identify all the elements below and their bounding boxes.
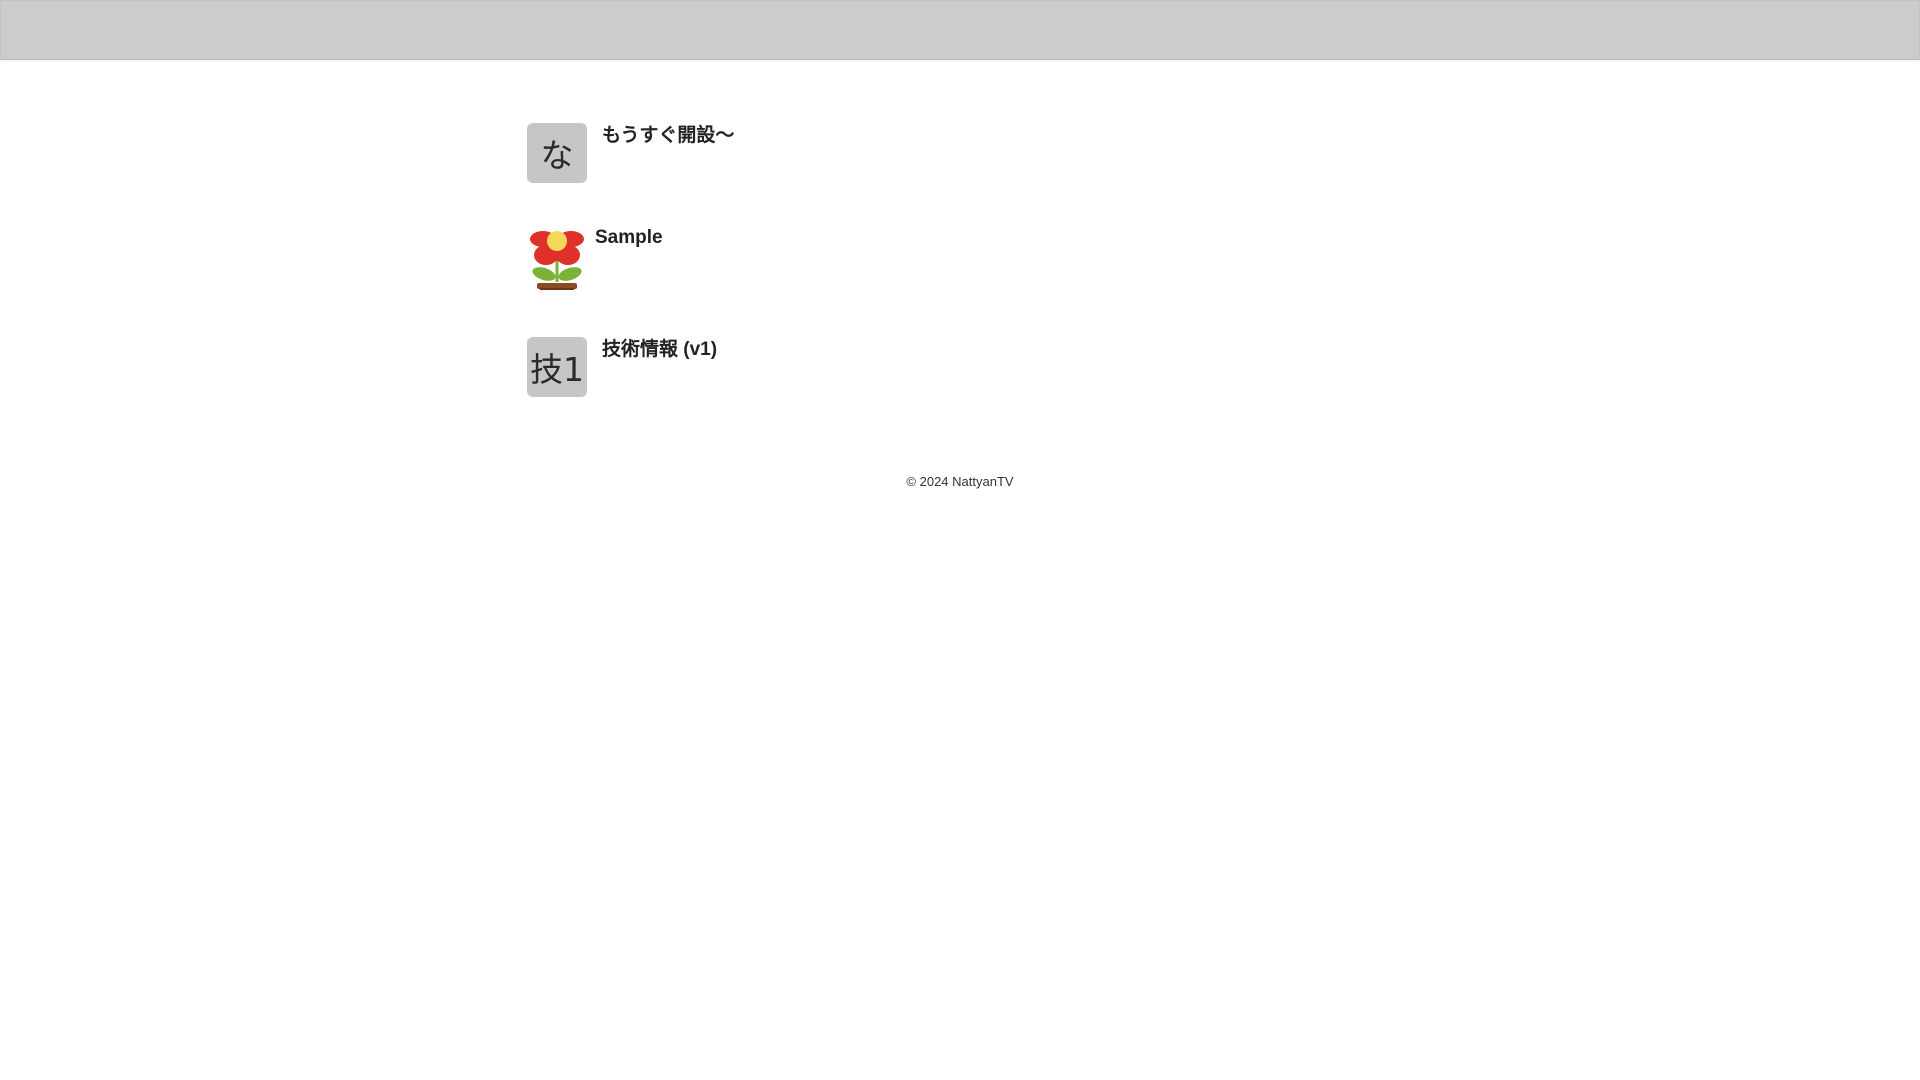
footer-copyright: © 2024 NattyanTV — [906, 474, 1014, 489]
item-title[interactable]: 技術情報 (v1) — [602, 334, 717, 361]
avatar — [527, 230, 587, 290]
top-header-bar — [0, 0, 1920, 60]
channel-list: な もうすぐ開設〜 Sample 技1 技術情報 (v1) — [527, 120, 1427, 441]
avatar: 技1 — [527, 337, 587, 397]
avatar: な — [527, 123, 587, 183]
list-item[interactable]: 技1 技術情報 (v1) — [527, 334, 1427, 397]
avatar-text: 技1 — [530, 350, 584, 389]
list-item[interactable]: な もうすぐ開設〜 — [527, 120, 1427, 183]
avatar-text: な — [540, 136, 574, 175]
flower-pot-icon — [530, 231, 584, 290]
item-title[interactable]: Sample — [595, 227, 663, 249]
item-title[interactable]: もうすぐ開設〜 — [602, 120, 734, 147]
list-item[interactable]: Sample — [527, 227, 1427, 290]
